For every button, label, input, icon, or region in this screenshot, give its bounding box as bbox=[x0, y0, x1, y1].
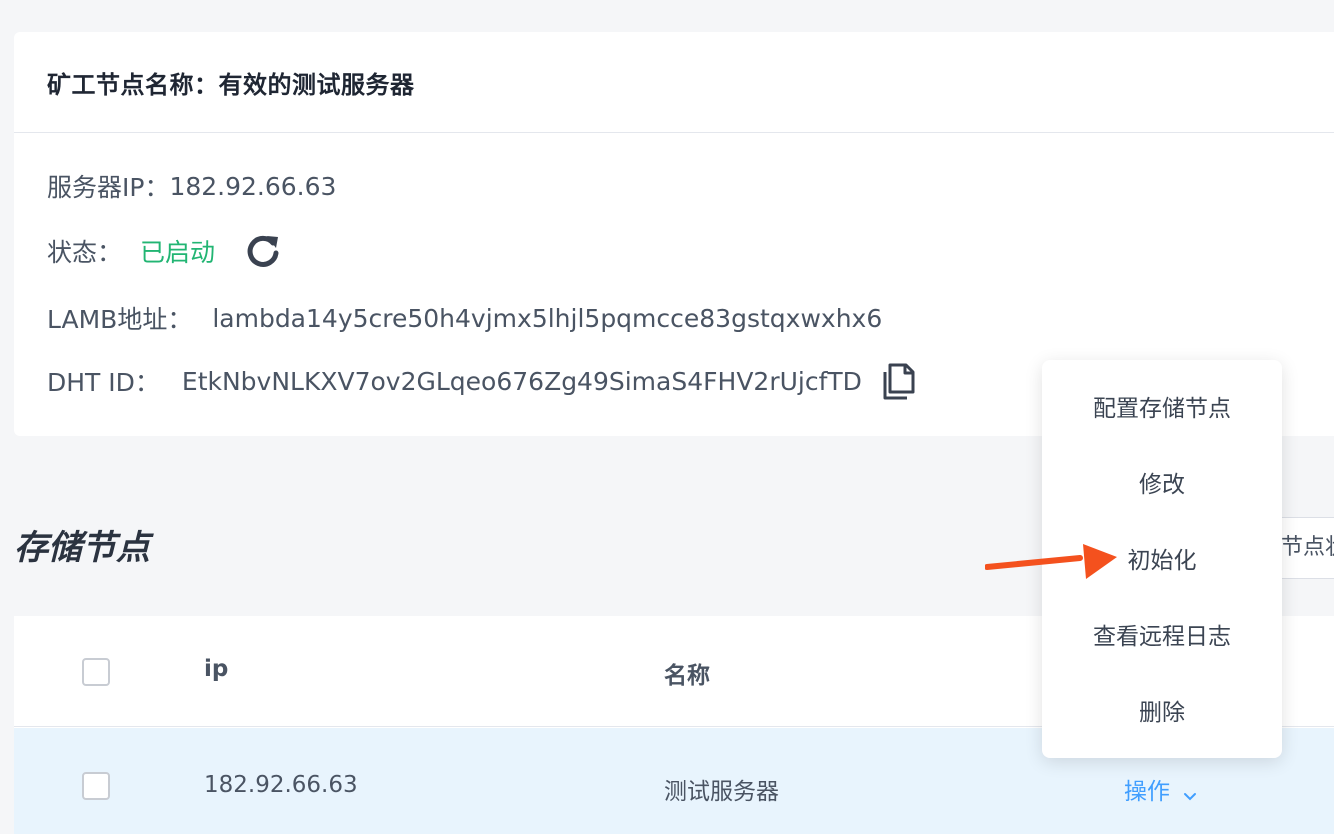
row-action-label: 操作 bbox=[1124, 779, 1170, 805]
card-header: 矿工节点名称：有效的测试服务器 bbox=[14, 32, 1334, 133]
menu-item-delete[interactable]: 删除 bbox=[1042, 672, 1282, 748]
row-ip: 182.92.66.63 bbox=[204, 772, 358, 798]
server-ip-value: 182.92.66.63 bbox=[169, 171, 337, 201]
lamb-address-value: lambda14y5cre50h4vjmx5lhjl5pqmcce83gstqx… bbox=[212, 303, 883, 333]
node-title: 矿工节点名称：有效的测试服务器 bbox=[47, 70, 415, 99]
select-all-checkbox[interactable] bbox=[82, 658, 110, 686]
refresh-icon[interactable] bbox=[243, 231, 283, 271]
dht-id-value: EtkNbvNLKXV7ov2GLqeo676Zg49SimaS4FHV2rUj… bbox=[181, 366, 862, 396]
lamb-address-label: LAMB地址： bbox=[47, 305, 193, 334]
menu-item-view-remote-logs[interactable]: 查看远程日志 bbox=[1042, 596, 1282, 672]
copy-icon[interactable] bbox=[882, 362, 916, 400]
dht-id-row: DHT ID： EtkNbvNLKXV7ov2GLqeo676Zg49SimaS… bbox=[47, 362, 916, 400]
storage-section-title: 存储节点 bbox=[14, 528, 150, 568]
status-value: 已启动 bbox=[140, 238, 216, 267]
row-checkbox[interactable] bbox=[82, 772, 110, 800]
lamb-address-row: LAMB地址： lambda14y5cre50h4vjmx5lhjl5pqmcc… bbox=[47, 300, 882, 336]
column-header-name: 名称 bbox=[664, 663, 710, 689]
page: 矿工节点名称：有效的测试服务器 服务器IP： 182.92.66.63 状态： … bbox=[0, 0, 1334, 834]
menu-item-edit[interactable]: 修改 bbox=[1042, 444, 1282, 520]
column-header-ip: ip bbox=[204, 656, 229, 682]
server-ip-label: 服务器IP： bbox=[47, 173, 170, 202]
row-action-dropdown[interactable]: 操作 bbox=[1124, 772, 1198, 806]
chevron-down-icon bbox=[1182, 783, 1198, 801]
status-row: 状态： 已启动 bbox=[47, 231, 283, 271]
annotation-arrow-icon bbox=[985, 544, 1117, 579]
menu-item-configure-storage[interactable]: 配置存储节点 bbox=[1042, 368, 1282, 444]
server-ip-row: 服务器IP： 182.92.66.63 bbox=[47, 168, 336, 204]
dht-id-label: DHT ID： bbox=[47, 368, 160, 397]
status-label: 状态： bbox=[47, 238, 123, 267]
row-name: 测试服务器 bbox=[664, 779, 779, 805]
